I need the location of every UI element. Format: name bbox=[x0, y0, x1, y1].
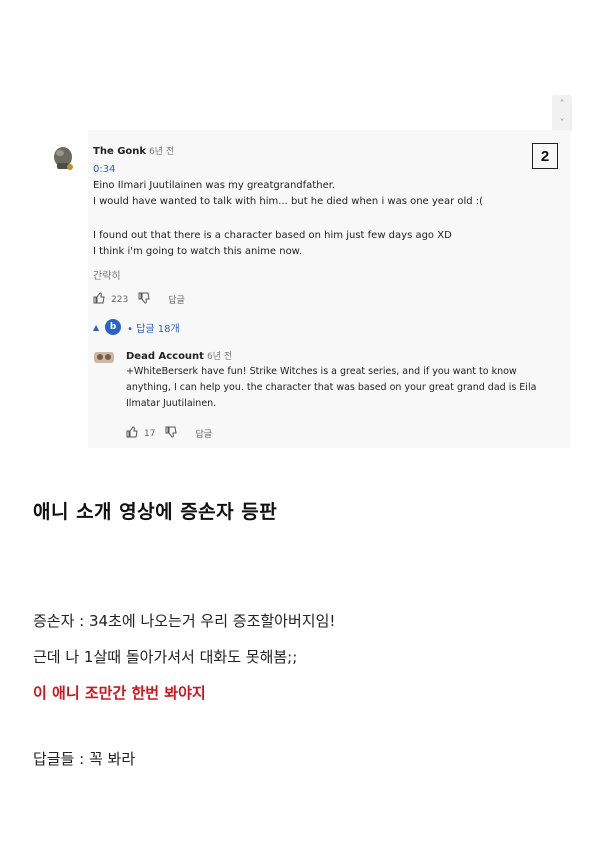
chevron-up-icon[interactable]: ˄ bbox=[552, 95, 572, 114]
collapse-link[interactable]: 간략히 bbox=[93, 267, 121, 282]
number-badge: 2 bbox=[532, 143, 558, 169]
post-paragraph: 근데 나 1살때 돌아가셔서 대화도 못해봄;; bbox=[33, 648, 298, 666]
caret-up-icon[interactable]: ▲ bbox=[93, 323, 99, 332]
post-heading: 애니 소개 영상에 증손자 등판 bbox=[33, 501, 278, 523]
reply-meta: Dead Account 6년 전 bbox=[126, 349, 232, 362]
comment-meta: The Gonk 6년 전 bbox=[93, 144, 174, 157]
post-paragraph-emphasis: 이 애니 조만간 한번 봐야지 bbox=[33, 684, 206, 702]
reply-actions: 17 답글 bbox=[126, 426, 212, 441]
post-paragraph: 증손자 : 34초에 나오는거 우리 증조할아버지임! bbox=[33, 612, 336, 630]
comment-line: I would have wanted to talk with him... … bbox=[93, 196, 484, 207]
thumbs-down-icon[interactable] bbox=[165, 426, 178, 441]
thumbs-down-icon[interactable] bbox=[138, 292, 150, 307]
comment-time[interactable]: 6년 전 bbox=[149, 147, 174, 157]
replier-avatar: b bbox=[105, 319, 122, 335]
reply-line: anything, I can help you. the character … bbox=[126, 382, 537, 393]
reply-line: +WhiteBerserk have fun! Strike Witches i… bbox=[126, 366, 517, 377]
scrollbar[interactable]: ˄ ˅ bbox=[552, 95, 572, 133]
like-count: 17 bbox=[144, 428, 156, 439]
replies-count[interactable]: • 답글 18개 bbox=[127, 320, 180, 335]
thumbs-up-icon[interactable] bbox=[93, 292, 105, 307]
comment-line: Eino Ilmari Juutilainen was my greatgran… bbox=[93, 180, 336, 191]
reply-line: Ilmatar Juutilainen. bbox=[126, 398, 217, 409]
reply-time[interactable]: 6년 전 bbox=[207, 352, 232, 362]
avatar[interactable] bbox=[48, 143, 78, 173]
reply-author[interactable]: Dead Account bbox=[126, 351, 204, 362]
post-paragraph: 답글들 : 꼭 봐라 bbox=[33, 750, 136, 768]
comment-line: I found out that there is a character ba… bbox=[93, 230, 452, 241]
timestamp-link[interactable]: 0:34 bbox=[93, 164, 115, 175]
comment-actions: 223 답글 bbox=[93, 292, 185, 307]
like-count: 223 bbox=[111, 294, 129, 305]
comment-author[interactable]: The Gonk bbox=[93, 146, 146, 157]
replies-toggle[interactable]: ▲ b • 답글 18개 bbox=[93, 319, 180, 335]
comment-line: I think i'm going to watch this anime no… bbox=[93, 246, 303, 257]
reply-button[interactable]: 답글 bbox=[168, 293, 185, 306]
avatar[interactable] bbox=[93, 348, 115, 366]
thumbs-up-icon[interactable] bbox=[126, 426, 138, 441]
reply-button[interactable]: 답글 bbox=[195, 427, 212, 440]
